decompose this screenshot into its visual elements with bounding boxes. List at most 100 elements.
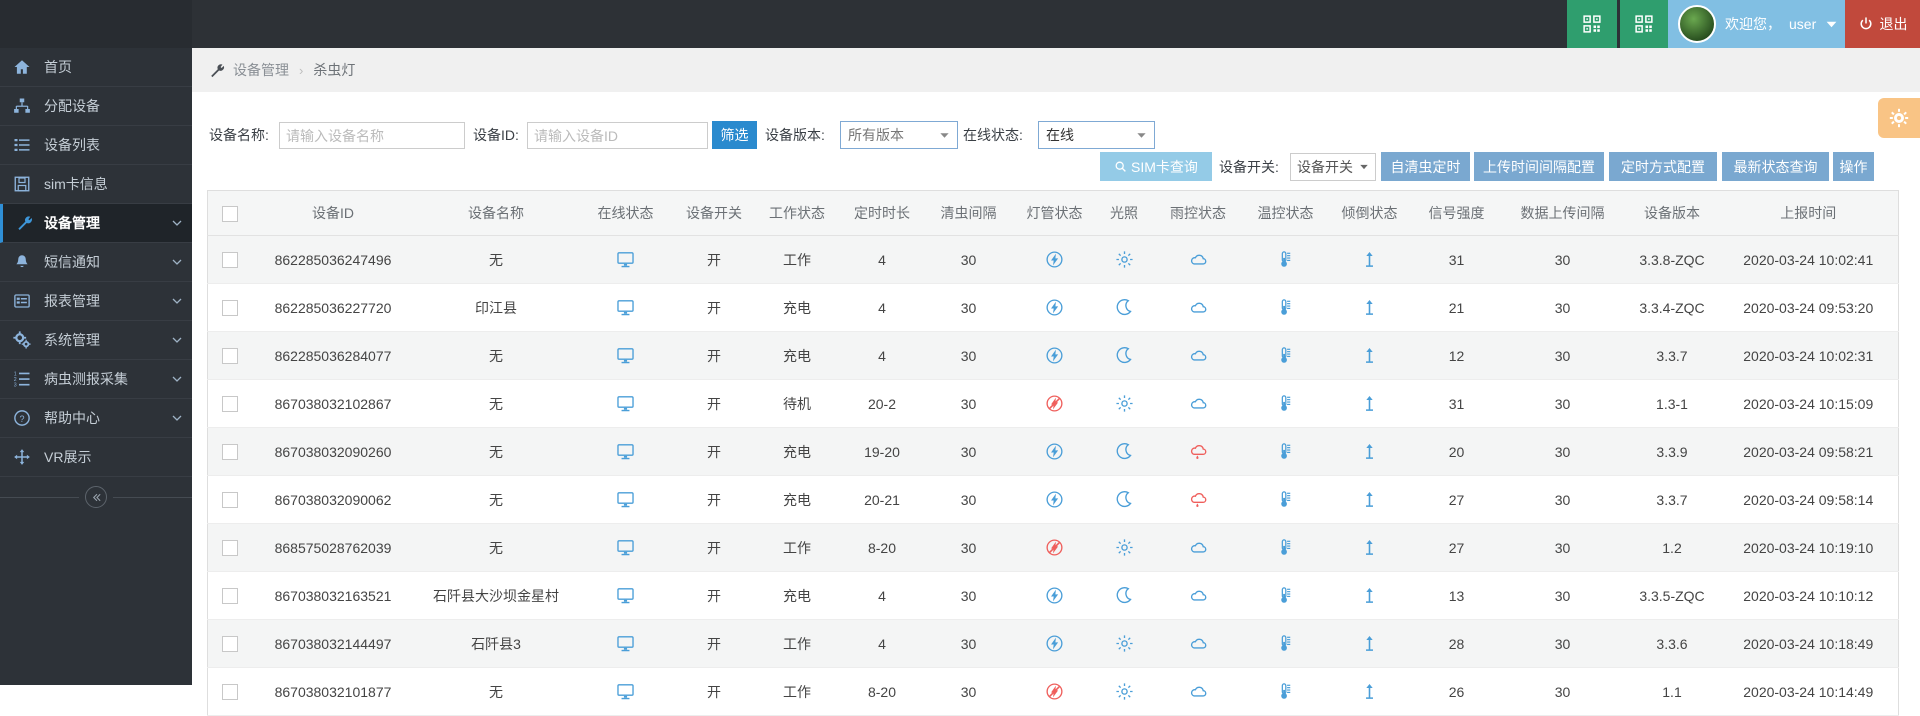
chevron-down-icon[interactable] [162, 256, 192, 268]
device-table: 设备ID设备名称在线状态设备开关工作状态定时时长清虫间隔灯管状态光照雨控状态温控… [207, 190, 1899, 716]
sidebar-item-label: 设备列表 [44, 135, 192, 155]
device-switch-value: 设备开关 [1297, 157, 1353, 177]
row-checkbox[interactable] [222, 492, 238, 508]
collapse-icon[interactable] [85, 486, 107, 508]
table-row[interactable]: 862285036247496无开工作43031303.3.8-ZQC2020-… [208, 236, 1899, 284]
online-status-select[interactable]: 在线 [1038, 121, 1155, 149]
cell-data_upload_interval: 30 [1500, 380, 1626, 428]
row-checkbox[interactable] [222, 684, 238, 700]
sidebar-item-4[interactable]: sim卡信息 [0, 165, 192, 204]
settings-tab-button[interactable] [1878, 98, 1920, 138]
cell-signal_strength: 27 [1414, 476, 1500, 524]
select-all-header [208, 191, 253, 236]
user-menu[interactable]: 欢迎您， user [1668, 0, 1845, 48]
sidebar-collapse-button[interactable] [0, 477, 192, 517]
column-header-temp_control: 温控状态 [1246, 191, 1326, 236]
chevron-down-icon[interactable] [162, 412, 192, 424]
sidebar-item-3[interactable]: 设备列表 [0, 126, 192, 165]
cell-online_status [579, 668, 673, 716]
table-row[interactable]: 867038032163521石阡县大沙坝金星村开充电43013303.3.5-… [208, 572, 1899, 620]
device-name-input[interactable] [279, 122, 465, 149]
select-all-checkbox[interactable] [222, 206, 238, 222]
table-row[interactable]: 867038032102867无开待机20-23031301.3-12020-0… [208, 380, 1899, 428]
cell-online_status [579, 620, 673, 668]
sim-search-button[interactable]: SIM卡查询 [1100, 152, 1212, 181]
cell-device_name: 无 [414, 428, 579, 476]
monitor-icon [580, 394, 672, 413]
cell-data_upload_interval: 30 [1500, 428, 1626, 476]
cell-data_upload_interval: 30 [1500, 476, 1626, 524]
device-id-input[interactable] [527, 122, 708, 149]
username-text: user [1789, 16, 1816, 32]
device-version-select[interactable]: 所有版本 [840, 121, 958, 149]
filter-button[interactable]: 筛选 [712, 121, 757, 149]
chevron-down-icon[interactable] [162, 217, 192, 229]
sidebar-item-10[interactable]: ?帮助中心 [0, 399, 192, 438]
table-row[interactable]: 868575028762039无开工作8-203027301.22020-03-… [208, 524, 1899, 572]
table-row[interactable]: 867038032090062无开充电20-213027303.3.72020-… [208, 476, 1899, 524]
chevron-down-icon[interactable] [162, 334, 192, 346]
sidebar-item-label: 系统管理 [44, 330, 162, 350]
row-checkbox[interactable] [222, 396, 238, 412]
cell-light [1098, 668, 1151, 716]
cell-device_version: 3.3.7 [1626, 332, 1719, 380]
sidebar-item-8[interactable]: 系统管理 [0, 321, 192, 360]
cell-rain_control [1151, 236, 1246, 284]
cell-rain_control [1151, 668, 1246, 716]
row-checkbox[interactable] [222, 252, 238, 268]
table-row[interactable]: 862285036284077无开充电43012303.3.72020-03-2… [208, 332, 1899, 380]
content-area: 设备名称: 设备ID: 筛选 设备版本: 所有版本 在线状态: 在线 SIM卡查… [192, 92, 1920, 685]
monitor-icon [580, 490, 672, 509]
sidebar-item-1[interactable]: 首页 [0, 48, 192, 87]
table-row[interactable]: 867038032144497石阡县3开工作43028303.3.62020-0… [208, 620, 1899, 668]
chevron-down-icon[interactable] [162, 373, 192, 385]
sidebar-item-5[interactable]: 设备管理 [0, 204, 192, 243]
table-row[interactable]: 867038032101877无开工作8-203026301.12020-03-… [208, 668, 1899, 716]
row-checkbox[interactable] [222, 348, 238, 364]
operation-button[interactable]: 操作 [1833, 152, 1874, 181]
cell-lamp_status [1012, 476, 1098, 524]
sidebar-item-7[interactable]: 报表管理 [0, 282, 192, 321]
cell-device_switch: 开 [673, 476, 756, 524]
bell-icon [0, 253, 44, 271]
auto-clean-timer-button[interactable]: 自清虫定时 [1381, 152, 1470, 181]
caret-down-icon[interactable] [1825, 18, 1838, 31]
row-select-cell [208, 236, 253, 284]
breadcrumb-parent[interactable]: 设备管理 [233, 60, 289, 80]
table-row[interactable]: 867038032090260无开充电19-203020303.3.92020-… [208, 428, 1899, 476]
cell-temp_control [1246, 620, 1326, 668]
row-checkbox[interactable] [222, 444, 238, 460]
arrows-icon [0, 448, 44, 466]
table-row[interactable]: 862285036227720印江县开充电43021303.3.4-ZQC202… [208, 284, 1899, 332]
latest-status-query-button[interactable]: 最新状态查询 [1722, 152, 1829, 181]
cell-clean_interval: 30 [926, 332, 1012, 380]
sidebar-item-6[interactable]: 短信通知 [0, 243, 192, 282]
timer-mode-config-button[interactable]: 定时方式配置 [1609, 152, 1717, 181]
row-checkbox[interactable] [222, 636, 238, 652]
sidebar-item-9[interactable]: 123病虫测报采集 [0, 360, 192, 399]
device-switch-dropdown[interactable]: 设备开关 [1290, 153, 1376, 181]
qrcode-button-2[interactable] [1620, 0, 1668, 48]
cell-tilt_status [1326, 476, 1414, 524]
gear-icon [1889, 108, 1909, 128]
bolt-off-icon [1013, 394, 1097, 413]
cell-clean_interval: 30 [926, 380, 1012, 428]
row-checkbox[interactable] [222, 540, 238, 556]
sidebar-item-11[interactable]: VR展示 [0, 438, 192, 477]
chevron-down-icon[interactable] [162, 295, 192, 307]
qrcode-button-1[interactable] [1567, 0, 1617, 48]
cell-rain_control [1151, 524, 1246, 572]
cogs-icon [0, 331, 44, 349]
monitor-icon [580, 346, 672, 365]
cell-lamp_status [1012, 620, 1098, 668]
row-checkbox[interactable] [222, 588, 238, 604]
upload-interval-config-button[interactable]: 上传时间间隔配置 [1474, 152, 1604, 181]
cell-signal_strength: 13 [1414, 572, 1500, 620]
cell-rain_control [1151, 476, 1246, 524]
online-status-value: 在线 [1046, 125, 1074, 145]
thermometer-icon [1247, 538, 1325, 557]
sidebar-item-2[interactable]: 分配设备 [0, 87, 192, 126]
row-checkbox[interactable] [222, 300, 238, 316]
column-header-tilt_status: 倾倒状态 [1326, 191, 1414, 236]
logout-button[interactable]: 退出 [1845, 0, 1920, 48]
